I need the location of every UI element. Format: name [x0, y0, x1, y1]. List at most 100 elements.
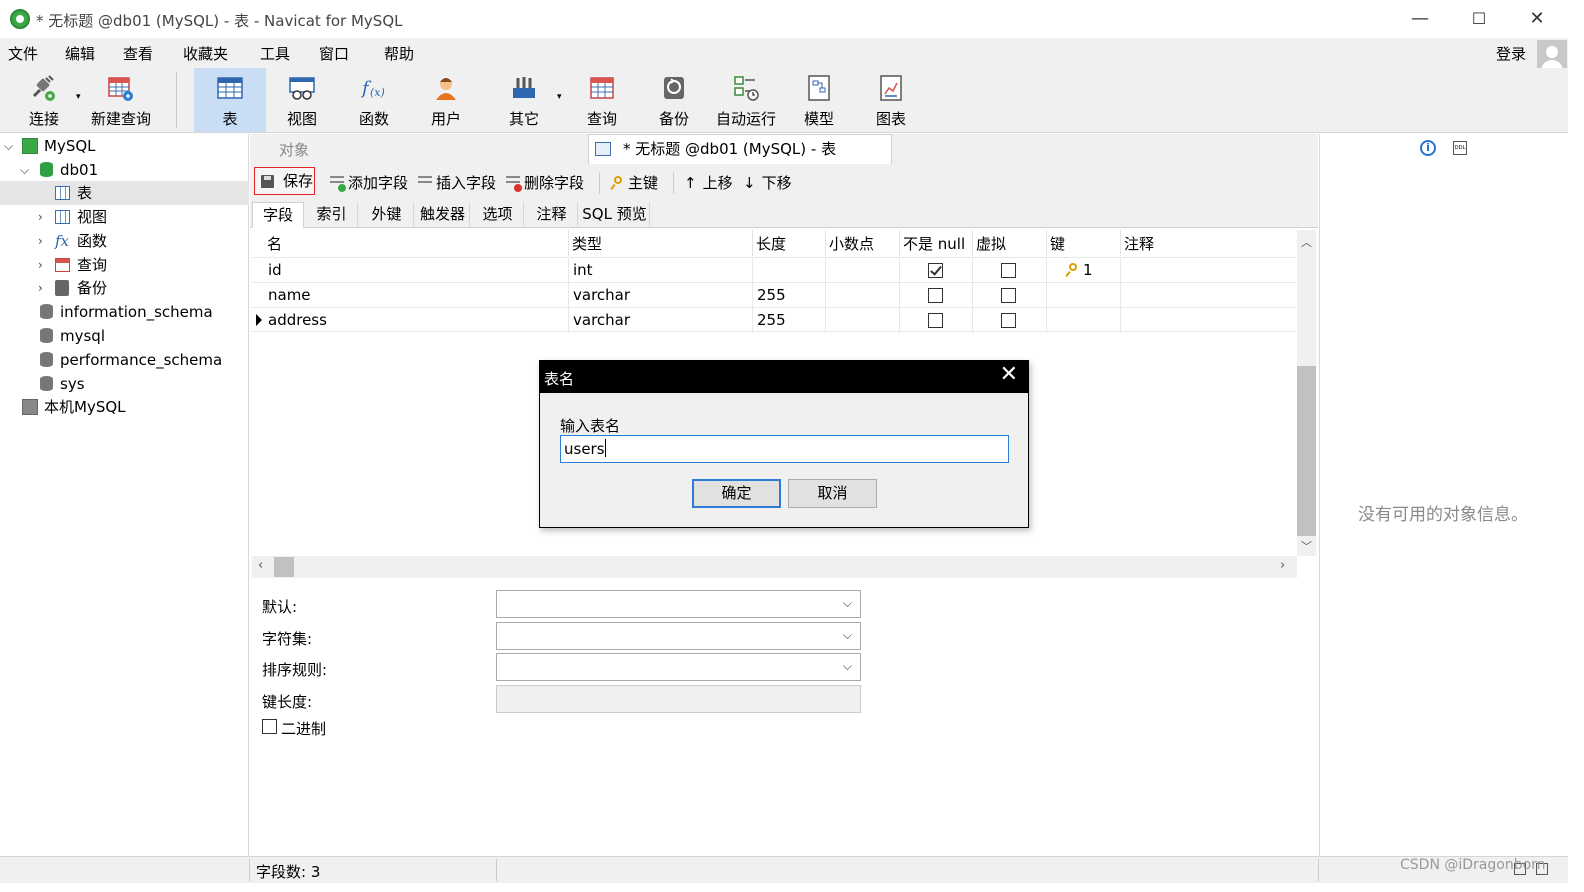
toolbar-model-button[interactable]: 模型: [790, 68, 848, 132]
close-button[interactable]: ✕: [1522, 6, 1552, 32]
insert-field-button[interactable]: 插入字段: [418, 172, 496, 193]
subtab-comments[interactable]: 注释: [526, 202, 578, 228]
column-header-comment[interactable]: 注释: [1121, 230, 1297, 256]
virtual-cell[interactable]: [973, 258, 1047, 283]
dialog-close-icon[interactable]: ✕: [1000, 362, 1018, 387]
ddl-icon[interactable]: DDL: [1453, 141, 1467, 155]
virtual-cell[interactable]: [973, 283, 1047, 308]
field-decimals-cell[interactable]: [826, 308, 900, 333]
subtab-indexes[interactable]: 索引: [306, 202, 358, 228]
field-length-cell[interactable]: [753, 258, 826, 283]
maximize-button[interactable]: ☐: [1464, 6, 1494, 32]
comment-cell[interactable]: [1121, 308, 1297, 333]
not-null-checkbox[interactable]: [928, 288, 943, 303]
toolbar-chart-button[interactable]: 图表: [862, 68, 920, 132]
subtab-sql-preview[interactable]: SQL 预览: [580, 202, 650, 228]
field-length-cell[interactable]: 255: [753, 308, 826, 333]
virtual-checkbox[interactable]: [1001, 313, 1016, 328]
chevron-down-icon[interactable]: ⌵: [20, 158, 29, 182]
tree-database-mysql[interactable]: mysql: [0, 324, 249, 348]
column-header-type[interactable]: 类型: [569, 230, 753, 256]
toolbar-query-button[interactable]: 查询: [572, 68, 632, 132]
delete-field-button[interactable]: 删除字段: [506, 172, 584, 193]
field-name-cell[interactable]: name: [264, 283, 569, 308]
scroll-down-icon[interactable]: ﹀: [1297, 538, 1316, 554]
add-field-button[interactable]: 添加字段: [330, 172, 408, 193]
column-header-not-null[interactable]: 不是 null: [900, 230, 973, 256]
grid-horizontal-scrollbar[interactable]: ‹ ›: [252, 556, 1297, 578]
tree-item-backups[interactable]: › 备份: [0, 276, 249, 300]
tree-database-performance-schema[interactable]: performance_schema: [0, 348, 249, 372]
menu-favorites[interactable]: 收藏夹: [183, 43, 228, 64]
field-type-cell[interactable]: varchar: [569, 283, 753, 308]
scroll-up-icon[interactable]: ︿: [1297, 234, 1316, 250]
table-row[interactable]: name varchar 255: [252, 282, 1297, 308]
chevron-right-icon[interactable]: ›: [38, 253, 43, 277]
connect-dropdown-icon[interactable]: ▾: [76, 92, 81, 102]
virtual-checkbox[interactable]: [1001, 288, 1016, 303]
toolbar-table-button[interactable]: 表: [194, 68, 266, 132]
key-cell[interactable]: [1047, 308, 1121, 333]
ok-button[interactable]: 确定: [692, 479, 781, 508]
login-link[interactable]: 登录: [1496, 43, 1526, 64]
not-null-checkbox[interactable]: [928, 263, 943, 278]
field-type-cell[interactable]: int: [569, 258, 753, 283]
field-length-cell[interactable]: 255: [753, 283, 826, 308]
scroll-right-icon[interactable]: ›: [1280, 558, 1285, 573]
toolbar-other-button[interactable]: 其它: [494, 68, 554, 132]
subtab-fields[interactable]: 字段: [252, 202, 304, 228]
virtual-checkbox[interactable]: [1001, 263, 1016, 278]
chevron-down-icon[interactable]: ⌵: [4, 134, 13, 158]
chevron-right-icon[interactable]: ›: [38, 205, 43, 229]
field-decimals-cell[interactable]: [826, 258, 900, 283]
virtual-cell[interactable]: [973, 308, 1047, 333]
binary-checkbox[interactable]: [262, 719, 277, 734]
tree-connection-mysql[interactable]: ⌵ MySQL: [0, 134, 249, 158]
key-cell[interactable]: 1: [1047, 258, 1121, 283]
tree-item-functions[interactable]: › fx 函数: [0, 229, 249, 253]
toolbar-function-button[interactable]: f (x) 函数: [342, 68, 406, 132]
menu-view[interactable]: 查看: [123, 43, 153, 64]
info-icon[interactable]: i: [1420, 140, 1436, 156]
chevron-right-icon[interactable]: ›: [38, 276, 43, 300]
scroll-left-icon[interactable]: ‹: [258, 558, 263, 573]
not-null-cell[interactable]: [900, 308, 973, 333]
column-header-decimals[interactable]: 小数点: [826, 230, 900, 256]
column-header-length[interactable]: 长度: [753, 230, 826, 256]
cancel-button[interactable]: 取消: [788, 479, 877, 508]
tab-table-designer[interactable]: * 无标题 @db01 (MySQL) - 表: [588, 134, 892, 164]
menu-help[interactable]: 帮助: [384, 43, 414, 64]
field-type-cell[interactable]: varchar: [569, 308, 753, 333]
tree-database-db01[interactable]: ⌵ db01: [0, 158, 249, 182]
primary-key-button[interactable]: 主键: [610, 172, 658, 193]
field-name-cell[interactable]: id: [264, 258, 569, 283]
column-header-virtual[interactable]: 虚拟: [973, 230, 1047, 256]
table-name-input[interactable]: users: [560, 435, 1009, 463]
not-null-checkbox[interactable]: [928, 313, 943, 328]
subtab-triggers[interactable]: 触发器: [416, 202, 470, 228]
table-row[interactable]: address varchar 255: [252, 307, 1297, 333]
menu-window[interactable]: 窗口: [319, 43, 349, 64]
not-null-cell[interactable]: [900, 258, 973, 283]
toolbar-automation-button[interactable]: 自动运行: [714, 68, 778, 132]
toolbar-new-query-button[interactable]: 新建查询: [88, 68, 154, 132]
tree-database-sys[interactable]: sys: [0, 372, 249, 396]
tree-connection-local-mysql[interactable]: 本机MySQL: [0, 395, 249, 419]
tree-item-views[interactable]: › 视图: [0, 205, 249, 229]
field-decimals-cell[interactable]: [826, 283, 900, 308]
comment-cell[interactable]: [1121, 258, 1297, 283]
column-header-key[interactable]: 键: [1047, 230, 1121, 256]
tree-item-queries[interactable]: › 查询: [0, 253, 249, 277]
table-row[interactable]: id int 1: [252, 257, 1297, 283]
other-dropdown-icon[interactable]: ▾: [557, 92, 562, 102]
minimize-button[interactable]: —: [1405, 6, 1435, 32]
tree-database-information-schema[interactable]: information_schema: [0, 300, 249, 324]
column-header-name[interactable]: 名: [264, 230, 569, 256]
key-cell[interactable]: [1047, 283, 1121, 308]
menu-tools[interactable]: 工具: [260, 43, 290, 64]
comment-cell[interactable]: [1121, 283, 1297, 308]
scrollbar-thumb[interactable]: [274, 557, 294, 577]
move-down-button[interactable]: ↓ 下移: [743, 172, 792, 193]
field-name-cell[interactable]: address: [264, 308, 569, 333]
tree-item-tables[interactable]: 表: [0, 181, 249, 205]
